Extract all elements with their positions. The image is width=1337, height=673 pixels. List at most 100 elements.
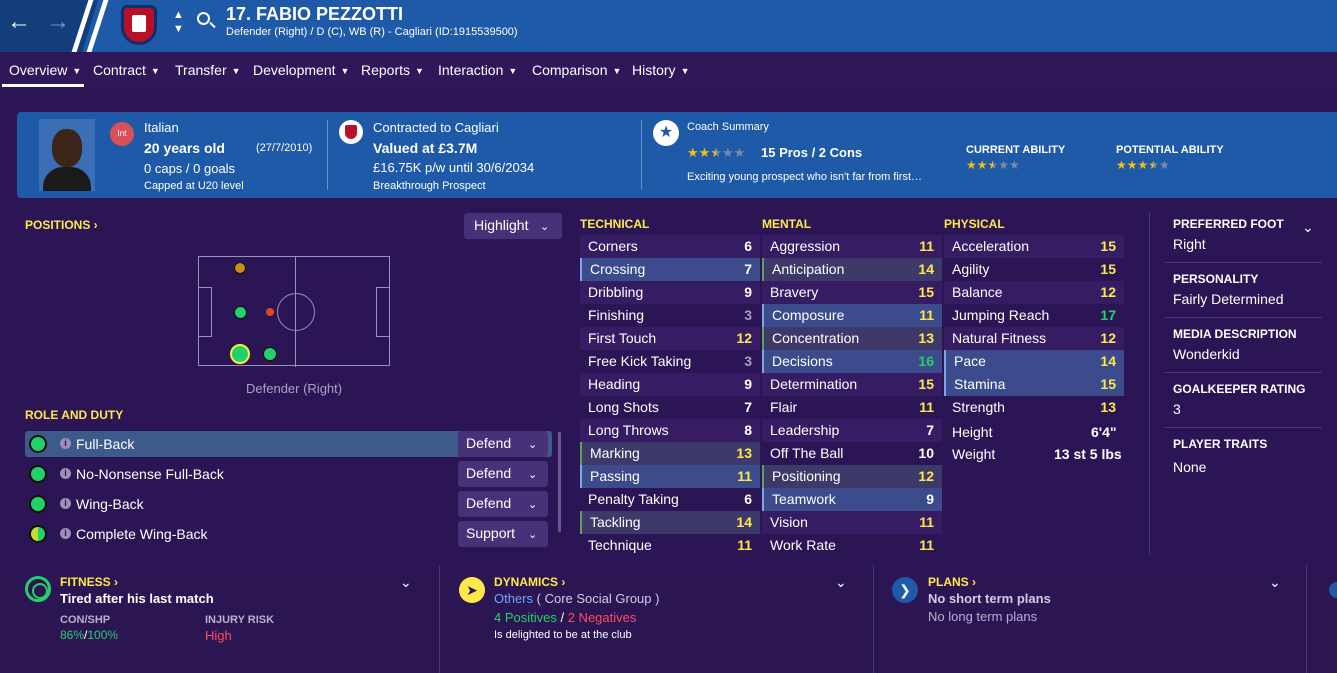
social-group[interactable]: Others xyxy=(494,591,533,606)
info-icon[interactable]: i xyxy=(60,498,71,509)
attribute-row[interactable]: Composure 11 xyxy=(762,304,942,327)
attribute-value: 13 xyxy=(736,445,752,461)
active-tab-indicator xyxy=(2,84,84,87)
dynamics-title[interactable]: DYNAMICS › xyxy=(494,575,565,589)
chevron-down-icon[interactable]: ⌄ xyxy=(400,574,412,591)
attribute-row[interactable]: Jumping Reach 17 xyxy=(944,304,1124,327)
tab-label: Transfer xyxy=(175,62,227,78)
fitness-icon xyxy=(25,576,51,602)
fitness-title-text: FITNESS xyxy=(60,575,111,589)
capped-level: Capped at U20 level xyxy=(144,180,244,192)
chevron-down-icon[interactable]: ⌄ xyxy=(835,574,847,591)
role-name: No-Nonsense Full-Back xyxy=(76,466,224,482)
attribute-value: 6 xyxy=(744,491,752,507)
duty-dropdown[interactable]: Defend ⌄ xyxy=(458,461,548,487)
attribute-row[interactable]: Off The Ball 10 xyxy=(762,442,942,465)
role-row-wing-back[interactable]: i Wing-Back Defend ⌄ xyxy=(25,491,552,517)
highlight-dropdown[interactable]: Highlight ⌄ xyxy=(464,213,562,239)
club-crest-icon[interactable] xyxy=(121,5,157,45)
roles-scrollbar[interactable] xyxy=(558,432,561,532)
attribute-row[interactable]: Vision 11 xyxy=(762,511,942,534)
role-row-complete-wing-back[interactable]: i Complete Wing-Back Support ⌄ xyxy=(25,521,552,547)
negatives[interactable]: 2 Negatives xyxy=(568,610,637,625)
tab-contract[interactable]: Contract ▼ xyxy=(93,62,160,78)
attribute-row[interactable]: Positioning 12 xyxy=(762,465,942,488)
attribute-row[interactable]: Crossing 7 xyxy=(580,258,760,281)
attribute-row[interactable]: Strength 13 xyxy=(944,396,1124,419)
chevron-down-icon: ⌄ xyxy=(528,439,538,451)
role-duty-title: ROLE AND DUTY xyxy=(25,408,124,422)
info-icon[interactable]: i xyxy=(60,468,71,479)
attribute-row[interactable]: Bravery 15 xyxy=(762,281,942,304)
positives[interactable]: 4 Positives xyxy=(494,610,557,625)
role-row-full-back[interactable]: i Full-Back Defend ⌄ xyxy=(25,431,552,457)
tab-overview[interactable]: Overview ▼ xyxy=(9,62,81,78)
attribute-row[interactable]: Concentration 13 xyxy=(762,327,942,350)
tab-development[interactable]: Development ▼ xyxy=(253,62,349,78)
fitness-title[interactable]: FITNESS › xyxy=(60,575,118,589)
chevron-right-icon[interactable]: ❯ xyxy=(892,577,918,603)
prev-next-player-icon[interactable]: ▲ ▼ xyxy=(173,8,184,36)
attribute-row[interactable]: Work Rate 11 xyxy=(762,534,942,557)
centre-circle xyxy=(277,293,315,331)
attribute-row[interactable]: Pace 14 xyxy=(944,350,1124,373)
chevron-down-icon[interactable]: ⌄ xyxy=(1302,219,1314,236)
goalkeeper-rating-label: GOALKEEPER RATING xyxy=(1173,382,1306,396)
tab-interaction[interactable]: Interaction ▼ xyxy=(438,62,517,78)
forward-icon[interactable]: → xyxy=(46,9,70,35)
attribute-row[interactable]: Agility 15 xyxy=(944,258,1124,281)
attribute-value: 9 xyxy=(926,491,934,507)
attribute-row[interactable]: Finishing 3 xyxy=(580,304,760,327)
attribute-row[interactable]: Stamina 15 xyxy=(944,373,1124,396)
attribute-row[interactable]: Dribbling 9 xyxy=(580,281,760,304)
attribute-row[interactable]: Long Shots 7 xyxy=(580,396,760,419)
plans-title[interactable]: PLANS › xyxy=(928,575,976,589)
duty-label: Support xyxy=(466,525,516,541)
attribute-row[interactable]: Leadership 7 xyxy=(762,419,942,442)
search-icon[interactable] xyxy=(197,12,210,25)
chevron-down-icon[interactable]: ⌄ xyxy=(1269,574,1281,591)
attribute-row[interactable]: Passing 11 xyxy=(580,465,760,488)
duty-dropdown[interactable]: Defend ⌄ xyxy=(458,491,548,517)
attribute-row[interactable]: Decisions 16 xyxy=(762,350,942,373)
tab-reports[interactable]: Reports ▼ xyxy=(361,62,424,78)
highlight-label: Highlight xyxy=(474,217,529,233)
side-panel-divider xyxy=(1149,212,1150,554)
attribute-row[interactable]: Penalty Taking 6 xyxy=(580,488,760,511)
attribute-row[interactable]: Marking 13 xyxy=(580,442,760,465)
attribute-name: Acceleration xyxy=(952,238,1030,254)
duty-dropdown[interactable]: Support ⌄ xyxy=(458,521,548,547)
attribute-row[interactable]: Free Kick Taking 3 xyxy=(580,350,760,373)
duty-dropdown[interactable]: Defend ⌄ xyxy=(458,431,548,457)
attribute-row[interactable]: Acceleration 15 xyxy=(944,235,1124,258)
attribute-row[interactable]: Technique 11 xyxy=(580,534,760,557)
tab-transfer[interactable]: Transfer ▼ xyxy=(175,62,241,78)
attribute-row[interactable]: Aggression 11 xyxy=(762,235,942,258)
role-row-no-nonsense-full-back[interactable]: i No-Nonsense Full-Back Defend ⌄ xyxy=(25,461,552,487)
portrait-head xyxy=(52,129,82,167)
media-description-label: MEDIA DESCRIPTION xyxy=(1173,327,1297,341)
attribute-row[interactable]: Corners 6 xyxy=(580,235,760,258)
attribute-row[interactable]: Anticipation 14 xyxy=(762,258,942,281)
nation-flag-icon[interactable]: Int xyxy=(110,122,134,146)
attribute-row[interactable]: Long Throws 8 xyxy=(580,419,760,442)
attribute-row[interactable]: First Touch 12 xyxy=(580,327,760,350)
pros-cons[interactable]: 15 Pros / 2 Cons xyxy=(761,145,862,160)
club-badge-icon[interactable] xyxy=(339,120,363,144)
positions-title[interactable]: POSITIONS › xyxy=(25,218,98,232)
tab-history[interactable]: History ▼ xyxy=(632,62,689,78)
attribute-row[interactable]: Determination 15 xyxy=(762,373,942,396)
attribute-row[interactable]: Heading 9 xyxy=(580,373,760,396)
info-icon[interactable]: i xyxy=(60,438,71,449)
attribute-row[interactable]: Teamwork 9 xyxy=(762,488,942,511)
attribute-value: 11 xyxy=(919,238,934,254)
attribute-name: First Touch xyxy=(588,330,657,346)
attribute-row[interactable]: Natural Fitness 12 xyxy=(944,327,1124,350)
tab-comparison[interactable]: Comparison ▼ xyxy=(532,62,621,78)
attribute-row[interactable]: Flair 11 xyxy=(762,396,942,419)
attribute-row[interactable]: Balance 12 xyxy=(944,281,1124,304)
info-icon[interactable]: i xyxy=(60,528,71,539)
back-icon[interactable]: ← xyxy=(7,9,31,35)
attribute-value: 17 xyxy=(1100,307,1116,323)
attribute-row[interactable]: Tackling 14 xyxy=(580,511,760,534)
